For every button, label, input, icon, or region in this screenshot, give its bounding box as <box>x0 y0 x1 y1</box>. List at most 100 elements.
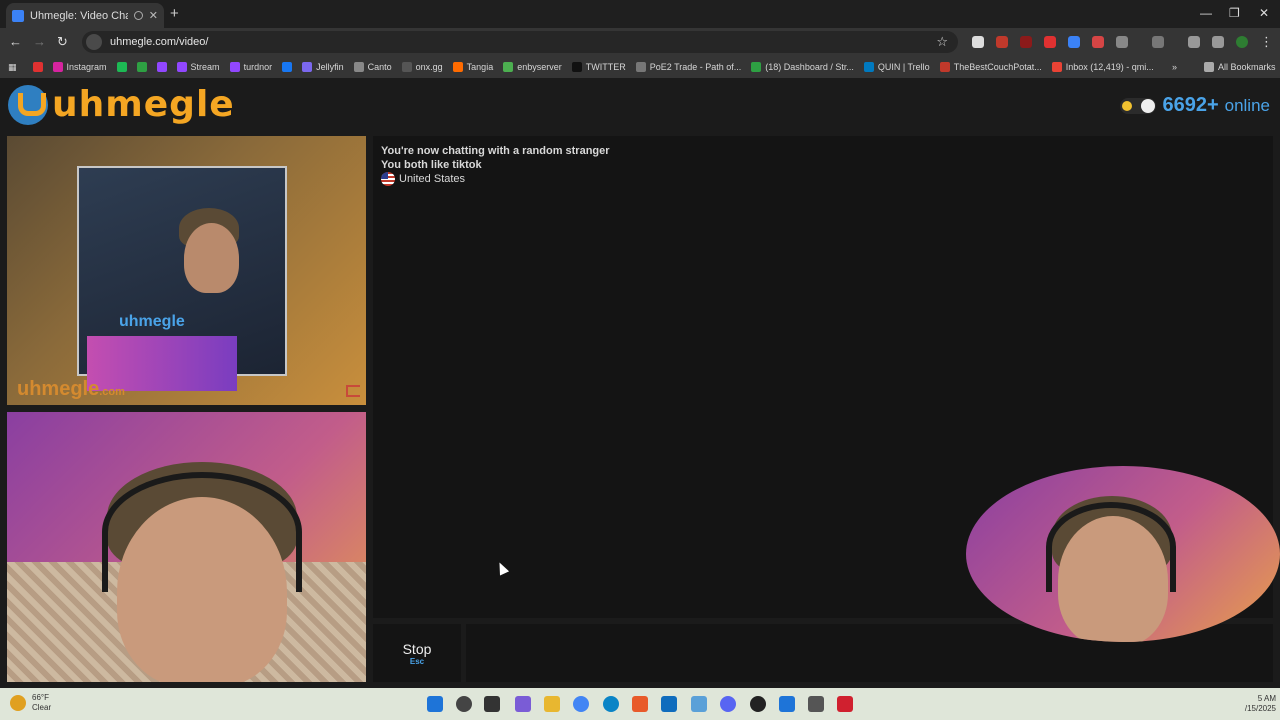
downloads-icon[interactable] <box>1188 36 1200 48</box>
stop-button[interactable]: Stop Esc <box>373 624 461 682</box>
side-panel-icon[interactable] <box>1152 36 1164 48</box>
bookmark-label: Stream <box>190 62 220 72</box>
start-button-icon[interactable] <box>427 696 443 712</box>
more-bookmarks-icon[interactable]: » <box>1172 62 1177 72</box>
chrome-icon[interactable] <box>573 696 589 712</box>
extensions-puzzle-icon[interactable] <box>1116 36 1128 48</box>
bookmark-item[interactable]: TWITTER <box>571 62 626 72</box>
close-tab-icon[interactable]: ✕ <box>149 9 158 22</box>
bookmark-favicon-icon <box>229 62 240 72</box>
forward-button[interactable]: → <box>33 34 46 49</box>
profile-avatar[interactable] <box>1236 36 1248 48</box>
moon-icon <box>10 695 26 711</box>
site-logo[interactable]: uhmegle <box>8 84 235 125</box>
bookmark-label: Jellyfin <box>316 62 344 72</box>
outlook-icon[interactable] <box>661 696 677 712</box>
bookmark-item[interactable]: QUIN | Trello <box>863 62 930 72</box>
new-tab-button[interactable]: + <box>170 5 179 22</box>
clock-time: 5 AM <box>1257 694 1276 703</box>
bookmark-item[interactable]: Stream <box>176 62 220 72</box>
theme-toggle[interactable] <box>1120 97 1157 114</box>
all-bookmarks[interactable]: All Bookmarks <box>1204 62 1276 72</box>
bookmark-label: Inbox (12,419) - qmi... <box>1065 62 1154 72</box>
bookmark-item[interactable]: Instagram <box>52 62 107 72</box>
bookmark-favicon-icon <box>1051 62 1062 72</box>
bookmark-item[interactable] <box>32 62 43 72</box>
common-interest-message: You both like tiktok <box>381 159 482 171</box>
bookmark-item[interactable]: (18) Dashboard / Str... <box>751 62 854 72</box>
apps-grid-icon[interactable]: ▦ <box>8 62 17 73</box>
bookmark-label: onx.gg <box>415 62 443 72</box>
youtube-extension-icon[interactable] <box>1044 36 1056 48</box>
edge-icon[interactable] <box>603 696 619 712</box>
browser-menu-icon[interactable]: ⋮ <box>1260 34 1273 50</box>
minimize-button[interactable]: — <box>1200 6 1212 20</box>
extension-icon[interactable] <box>996 36 1008 48</box>
bookmark-item[interactable] <box>116 62 127 72</box>
bookmark-item[interactable]: enbyserver <box>503 62 562 72</box>
uhmegle-favicon-icon <box>12 9 24 22</box>
copilot-icon[interactable] <box>515 696 531 712</box>
reload-button[interactable]: ↻ <box>57 34 68 50</box>
pip-camera-overlay[interactable] <box>966 466 1280 642</box>
extension-icon[interactable] <box>1092 36 1104 48</box>
bookmark-item[interactable]: Inbox (12,419) - qmi... <box>1051 62 1154 72</box>
stop-shortcut: Esc <box>409 656 425 666</box>
app-icon[interactable] <box>632 696 648 712</box>
weather-condition: Clear <box>32 703 52 712</box>
app-icon[interactable] <box>837 696 853 712</box>
bookmark-item[interactable]: Tangia <box>452 62 493 72</box>
weather-widget[interactable]: 66°F Clear <box>10 693 51 713</box>
stranger-video: uhmegle uhmegle.com <box>7 136 366 405</box>
translate-extension-icon[interactable] <box>1068 36 1080 48</box>
video-watermark: uhmegle.com <box>17 378 125 400</box>
restore-button[interactable]: ❐ <box>1229 6 1240 20</box>
extension-k-icon[interactable] <box>972 36 984 48</box>
bookmark-item[interactable]: onx.gg <box>401 62 443 72</box>
extension-icon[interactable] <box>1020 36 1032 48</box>
logo-text: uhmegle <box>52 84 235 125</box>
bookmark-item[interactable]: turdnor <box>229 62 272 72</box>
system-clock[interactable]: 5 AM /15/2025 <box>1245 694 1276 714</box>
browser-tabstrip: Uhmegle: Video Chat | Ome ✕ + — ❐ ✕ <box>0 0 1280 28</box>
bookmark-favicon-icon <box>353 62 364 72</box>
bookmark-label: (18) Dashboard / Str... <box>765 62 854 72</box>
site-info-icon[interactable] <box>86 34 102 50</box>
clock-date: /15/2025 <box>1244 704 1276 713</box>
address-bar[interactable]: uhmegle.com/video/ ☆ <box>82 31 958 53</box>
search-icon[interactable] <box>456 696 472 712</box>
file-explorer-icon[interactable] <box>544 696 560 712</box>
bookmark-favicon-icon <box>571 62 582 72</box>
close-window-button[interactable]: ✕ <box>1259 6 1269 20</box>
bookmark-favicon-icon <box>452 62 463 72</box>
bookmark-favicon-icon <box>302 62 313 72</box>
bookmark-label: enbyserver <box>517 62 562 72</box>
bookmark-item[interactable] <box>156 62 167 72</box>
browser-tab[interactable]: Uhmegle: Video Chat | Ome ✕ <box>6 3 164 28</box>
bookmark-favicon-icon <box>635 62 646 72</box>
task-view-icon[interactable] <box>484 696 500 712</box>
logo-icon <box>8 84 48 125</box>
bookmark-item[interactable] <box>136 62 147 72</box>
bookmark-label: Canto <box>367 62 392 72</box>
online-count: 6692+ <box>1162 94 1219 116</box>
notepad-icon[interactable] <box>779 696 795 712</box>
bookmark-favicon-icon <box>136 62 147 72</box>
bookmark-item[interactable]: PoE2 Trade - Path of... <box>635 62 741 72</box>
report-flag-icon[interactable] <box>346 385 360 397</box>
bookmark-item[interactable] <box>282 62 293 72</box>
url-text: uhmegle.com/video/ <box>110 36 209 48</box>
bookmark-item[interactable]: Jellyfin <box>302 62 344 72</box>
media-control-icon[interactable] <box>1212 36 1224 48</box>
bookmark-favicon-icon <box>282 62 293 72</box>
bookmark-label: Instagram <box>66 62 107 72</box>
bookmark-star-icon[interactable]: ☆ <box>936 34 948 50</box>
app-icon[interactable] <box>691 696 707 712</box>
back-button[interactable]: ← <box>9 34 22 49</box>
settings-gear-icon[interactable] <box>808 696 824 712</box>
app-icon[interactable] <box>750 696 766 712</box>
bookmark-item[interactable]: Canto <box>353 62 392 72</box>
discord-icon[interactable] <box>720 696 736 712</box>
bookmark-item[interactable]: TheBestCouchPotat... <box>939 62 1042 72</box>
bookmark-label: QUIN | Trello <box>877 62 930 72</box>
